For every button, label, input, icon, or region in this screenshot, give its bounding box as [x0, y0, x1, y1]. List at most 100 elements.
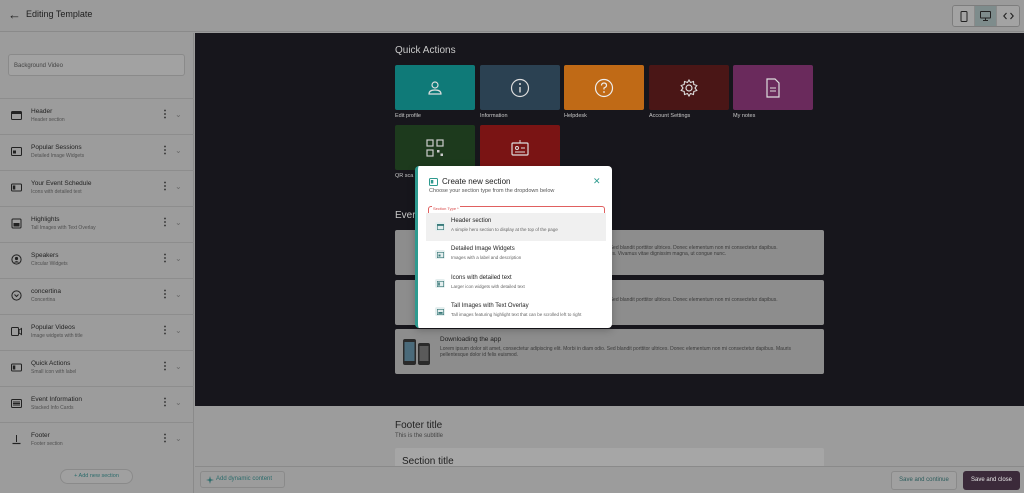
tile-my-notes[interactable]	[733, 65, 813, 110]
tile-qr-scan[interactable]	[395, 125, 475, 170]
sidebar-item-name: Footer	[31, 432, 50, 439]
more-options-icon[interactable]: ⋮	[160, 362, 170, 372]
sidebar-item-event-information[interactable]: Event Information Stacked Info Cards ⋮ ⌄	[0, 386, 194, 422]
tile-label: My notes	[733, 113, 756, 119]
mobile-view-button[interactable]	[953, 6, 975, 26]
tile-information[interactable]	[480, 65, 560, 110]
sidebar-item-popular-sessions[interactable]: Popular Sessions Detailed Image Widgets …	[0, 134, 194, 170]
sidebar-item-name: Header	[31, 108, 53, 115]
tile-account-settings[interactable]	[649, 65, 729, 110]
more-options-icon[interactable]: ⋮	[160, 326, 170, 336]
sidebar-item-speakers[interactable]: Speakers Circular Widgets ⋮ ⌄	[0, 242, 194, 278]
sidebar-item-sub: Concertina	[31, 297, 56, 303]
modal-subtitle: Choose your section type from the dropdo…	[429, 188, 555, 194]
sparkle-icon	[206, 476, 214, 484]
tile-badge[interactable]	[480, 125, 560, 170]
chevron-down-icon[interactable]: ⌄	[175, 398, 182, 408]
quick-actions-title: Quick Actions	[395, 45, 456, 56]
footer-title: Footer title	[395, 420, 443, 431]
back-arrow-icon[interactable]: ←	[8, 8, 22, 22]
option-tall-images-with-text-overlay[interactable]: Tall Images with Text Overlay Tall image…	[426, 298, 606, 326]
info-icon	[510, 78, 530, 97]
tile-helpdesk[interactable]	[564, 65, 644, 110]
more-options-icon[interactable]: ⋮	[160, 434, 170, 444]
more-options-icon[interactable]: ⋮	[160, 398, 170, 408]
chevron-down-icon[interactable]: ⌄	[175, 326, 182, 336]
chevron-down-icon[interactable]: ⌄	[175, 254, 182, 264]
tile-label: Information	[480, 113, 508, 119]
sidebar-item-name: Highlights	[31, 216, 60, 223]
save-and-close-button[interactable]: Save and close	[963, 471, 1020, 490]
sidebar-item-footer[interactable]: Footer Footer section ⋮ ⌄	[0, 422, 194, 458]
icon-text-icon	[435, 279, 445, 288]
card-title: Downloading the app	[440, 336, 502, 343]
image-icon	[435, 307, 445, 316]
sidebar-item-popular-videos[interactable]: Popular Videos Image widgets with title …	[0, 314, 194, 350]
save-and-continue-button[interactable]: Save and continue	[891, 471, 957, 490]
more-options-icon[interactable]: ⋮	[160, 110, 170, 120]
tile-label: Account Settings	[649, 113, 691, 119]
page-title: Editing Template	[26, 9, 93, 19]
chevron-down-icon[interactable]: ⌄	[175, 182, 182, 192]
option-name: Detailed Image Widgets	[451, 246, 515, 252]
modal-title: Create new section	[442, 177, 511, 186]
sidebar-item-sub: Icons with detailed text	[31, 189, 82, 195]
more-options-icon[interactable]: ⋮	[160, 182, 170, 192]
more-options-icon[interactable]: ⋮	[160, 146, 170, 156]
card-text: ...ultrices. Vivamus vitae dignissim mag…	[595, 251, 727, 257]
code-view-button[interactable]	[997, 6, 1019, 26]
phones-illustration-icon	[403, 339, 430, 365]
more-options-icon[interactable]: ⋮	[160, 290, 170, 300]
desktop-icon	[980, 11, 991, 21]
qr-icon	[426, 138, 444, 157]
tile-edit-profile[interactable]	[395, 65, 475, 110]
option-description: Images with a label and description	[451, 255, 522, 260]
top-bar: ← Editing Template	[0, 0, 1024, 32]
event-card-downloading-app[interactable]: Downloading the app Lorem ipsum dolor si…	[395, 329, 824, 374]
desktop-view-button[interactable]	[975, 6, 997, 26]
header-icon	[435, 222, 445, 231]
chevron-down-icon[interactable]: ⌄	[175, 362, 182, 372]
add-dynamic-content-button[interactable]: Add dynamic content	[200, 471, 285, 488]
more-options-icon[interactable]: ⋮	[160, 218, 170, 228]
image-widget-icon	[435, 250, 445, 259]
sidebar-item-sub: Tall Images with Text Overlay	[31, 225, 96, 231]
badge-icon	[511, 139, 529, 156]
section-type-label: Section Type *	[432, 206, 460, 211]
sidebar-item-concertina[interactable]: concertina Concertina ⋮ ⌄	[0, 278, 194, 314]
add-new-section-button[interactable]: + Add new section	[60, 469, 133, 484]
option-icons-with-detailed-text[interactable]: Icons with detailed text Larger icon wid…	[426, 270, 606, 298]
chevron-down-icon[interactable]: ⌄	[175, 290, 182, 300]
add-section-icon	[429, 178, 438, 186]
sidebar-item-header[interactable]: Header Header section ⋮ ⌄	[0, 98, 194, 134]
chevron-down-icon[interactable]: ⌄	[175, 434, 182, 444]
sidebar-item-name: Popular Videos	[31, 324, 75, 331]
sidebar-item-sub: Header section	[31, 117, 65, 123]
icon-text-icon	[11, 183, 22, 192]
person-icon	[428, 80, 442, 95]
footer-subtitle: This is the subtitle	[395, 433, 444, 439]
chevron-circle-icon	[11, 290, 22, 301]
chevron-down-icon[interactable]: ⌄	[175, 110, 182, 120]
header-icon	[11, 111, 22, 120]
option-name: Icons with detailed text	[451, 275, 512, 281]
sidebar-item-quick-actions[interactable]: Quick Actions Small icon with label ⋮ ⌄	[0, 350, 194, 386]
sidebar-item-sub: Image widgets with title	[31, 333, 83, 339]
sidebar-item-your-event-schedule[interactable]: Your Event Schedule Icons with detailed …	[0, 170, 194, 206]
option-header-section[interactable]: Header section A simple hero section to …	[426, 213, 606, 241]
more-options-icon[interactable]: ⋮	[160, 254, 170, 264]
option-description: Larger icon widgets with detailed text	[451, 284, 525, 289]
bottom-action-bar: Add dynamic content Save and continue Sa…	[195, 466, 1024, 493]
sidebar-item-name: Speakers	[31, 252, 59, 259]
close-icon[interactable]: ✕	[593, 176, 601, 186]
option-name: Header section	[451, 218, 492, 224]
sidebar-item-highlights[interactable]: Highlights Tall Images with Text Overlay…	[0, 206, 194, 242]
sidebar-item-sub: Circular Widgets	[31, 261, 68, 267]
option-detailed-image-widgets[interactable]: Detailed Image Widgets Images with a lab…	[426, 241, 606, 269]
tile-label: Edit profile	[395, 113, 421, 119]
chevron-down-icon[interactable]: ⌄	[175, 218, 182, 228]
background-video-field[interactable]: Background Video	[8, 54, 185, 76]
option-description: A simple hero section to display at the …	[451, 227, 558, 232]
code-icon	[1002, 12, 1014, 20]
chevron-down-icon[interactable]: ⌄	[175, 146, 182, 156]
